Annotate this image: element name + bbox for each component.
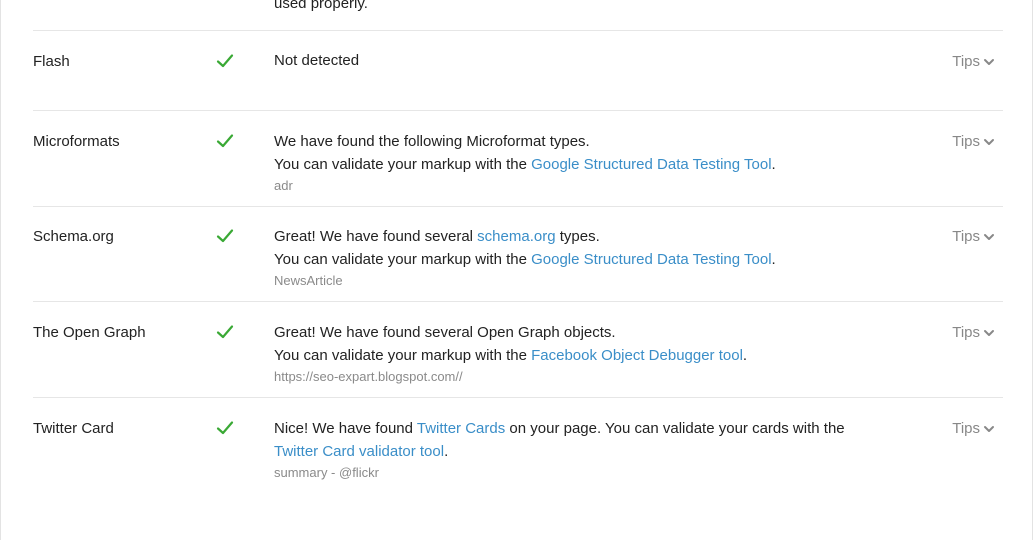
detected-url: https://seo-expart.blogspot.com// <box>274 369 463 384</box>
validate-prefix: You can validate your markup with the <box>274 251 532 268</box>
tips-label: Tips <box>952 228 980 245</box>
validate-suffix: . <box>444 443 449 460</box>
result-text: Great! We have found several Open Graph … <box>274 324 616 341</box>
result-row-microformats: Microformats We have found the following… <box>33 110 1003 206</box>
result-row-twitter-card: Twitter Card Nice! We have found Twitter… <box>33 397 1003 497</box>
chevron-down-icon <box>983 136 995 148</box>
validate-text: You can validate your markup with the Go… <box>274 248 874 271</box>
chevron-down-icon <box>983 327 995 339</box>
result-text: Nice! We have found Twitter Cards on you… <box>274 417 874 440</box>
check-icon <box>216 227 234 245</box>
validate-text: You can validate your markup with the Fa… <box>274 344 874 367</box>
result-row-flash: Flash Not detected Tips <box>33 30 1003 110</box>
validate-suffix: . <box>742 347 748 364</box>
validate-suffix: . <box>771 251 776 268</box>
result-text: Not detected <box>274 52 360 69</box>
row-content: Nice! We have found Twitter Cards on you… <box>274 417 874 483</box>
result-suffix: types. <box>555 228 600 245</box>
validate-suffix: . <box>771 156 776 173</box>
check-icon <box>216 132 234 150</box>
check-icon <box>216 52 234 70</box>
tips-label: Tips <box>952 53 980 70</box>
twitter-cards-link[interactable]: Twitter Cards <box>417 420 505 437</box>
detected-types: NewsArticle <box>274 273 343 288</box>
validate-prefix: You can validate your markup with the <box>274 347 532 364</box>
chevron-down-icon <box>983 231 995 243</box>
row-label: Twitter Card <box>33 420 114 437</box>
result-text: We have found the following Microformat … <box>274 133 590 150</box>
result-prefix: Great! We have found several <box>274 228 478 245</box>
result-row-open-graph: The Open Graph Great! We have found seve… <box>33 301 1003 397</box>
tips-toggle[interactable]: Tips <box>952 227 995 247</box>
result-prefix: Nice! We have found <box>274 420 417 437</box>
row-label: Schema.org <box>33 228 114 245</box>
facebook-debugger-link[interactable]: Facebook Object Debugger tool <box>531 347 743 364</box>
validate-prefix: You can validate your markup with the <box>274 156 532 173</box>
tips-toggle[interactable]: Tips <box>952 52 995 72</box>
row-content: Great! We have found several schema.org … <box>274 225 874 291</box>
row-label: Flash <box>33 53 70 70</box>
tips-toggle[interactable]: Tips <box>952 132 995 152</box>
result-text: Great! We have found several schema.org … <box>274 225 874 248</box>
previous-row-text: used properly. <box>274 0 368 12</box>
check-icon <box>216 419 234 437</box>
row-label: Microformats <box>33 133 120 150</box>
content-panel: used properly. Flash Not detected Tips M… <box>0 0 1033 540</box>
google-structured-data-link[interactable]: Google Structured Data Testing Tool <box>531 251 771 268</box>
detected-types: adr <box>274 178 293 193</box>
tips-label: Tips <box>952 420 980 437</box>
tips-label: Tips <box>952 324 980 341</box>
chevron-down-icon <box>983 56 995 68</box>
row-content: We have found the following Microformat … <box>274 130 874 196</box>
validate-text: Twitter Card validator tool. <box>274 440 874 463</box>
tips-label: Tips <box>952 133 980 150</box>
row-content: Not detected <box>274 49 874 72</box>
row-content: Great! We have found several Open Graph … <box>274 321 874 387</box>
validate-text: You can validate your markup with the Go… <box>274 153 874 176</box>
tips-toggle[interactable]: Tips <box>952 323 995 343</box>
check-icon <box>216 323 234 341</box>
google-structured-data-link[interactable]: Google Structured Data Testing Tool <box>531 156 771 173</box>
tips-toggle[interactable]: Tips <box>952 419 995 439</box>
result-suffix: on your page. You can validate your card… <box>505 420 845 437</box>
twitter-card-validator-link[interactable]: Twitter Card validator tool <box>274 443 444 460</box>
schema-org-link[interactable]: schema.org <box>477 228 555 245</box>
result-row-schema-org: Schema.org Great! We have found several … <box>33 206 1003 301</box>
chevron-down-icon <box>983 423 995 435</box>
detected-card: summary - @flickr <box>274 465 379 480</box>
row-label: The Open Graph <box>33 324 146 341</box>
